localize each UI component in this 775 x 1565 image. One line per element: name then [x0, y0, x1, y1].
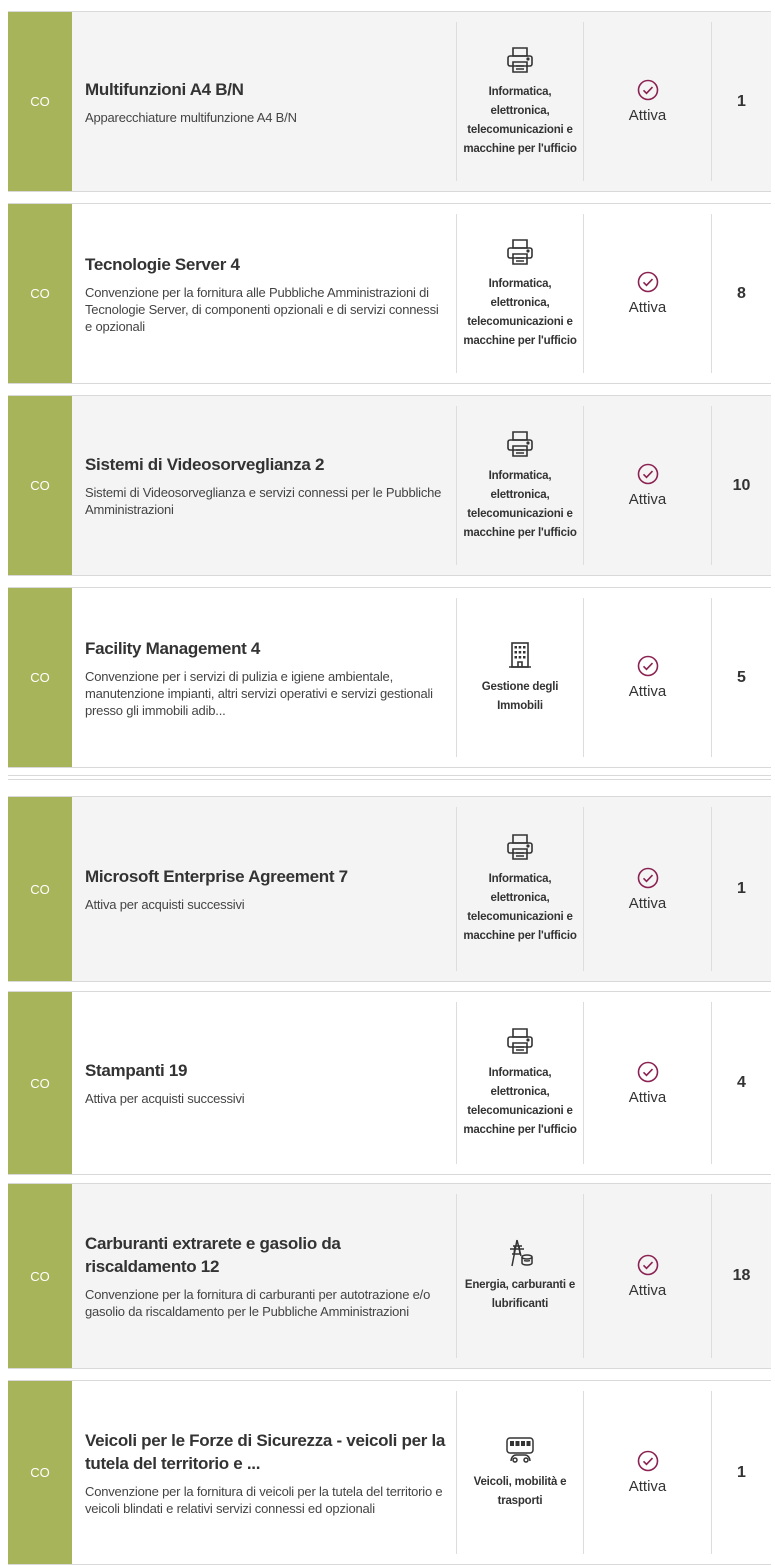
check-circle-icon: [637, 463, 658, 485]
card-description: Convenzione per la fornitura alle Pubbli…: [85, 284, 439, 334]
check-circle-icon: [637, 271, 658, 293]
type-badge: CO: [8, 797, 72, 981]
category-label: Informatica, elettronica, telecomunicazi…: [463, 1067, 577, 1136]
card-main: Microsoft Enterprise Agreement 7 Attiva …: [72, 797, 456, 981]
status-cell: Attiva: [584, 406, 712, 565]
category-cell: Informatica, elettronica, telecomunicazi…: [456, 214, 584, 373]
card-title[interactable]: Stampanti 19: [85, 1059, 448, 1082]
category-cell: Informatica, elettronica, telecomunicazi…: [456, 807, 584, 971]
type-badge: CO: [8, 396, 72, 575]
type-badge: CO: [8, 204, 72, 383]
status-label: Attiva: [628, 107, 667, 124]
category-cell: Energia, carburanti e lubrificanti: [456, 1194, 584, 1358]
status-cell: Attiva: [584, 1194, 712, 1358]
printer-icon: [507, 46, 533, 73]
convention-card[interactable]: CO Veicoli per le Forze di Sicurezza - v…: [8, 1380, 771, 1565]
count: 10: [732, 476, 751, 494]
count: 1: [737, 1463, 746, 1481]
card-description: Convenzione per la fornitura di carburan…: [85, 1287, 431, 1319]
category-label: Informatica, elettronica, telecomunicazi…: [463, 85, 577, 155]
check-circle-icon: [637, 1061, 658, 1082]
vehicles-icon: [506, 1436, 534, 1463]
category-cell: Informatica, elettronica, telecomunicazi…: [456, 1002, 584, 1164]
category-label: Informatica, elettronica, telecomunicazi…: [463, 469, 577, 539]
count: 1: [737, 880, 746, 897]
category-label: Informatica, elettronica, telecomunicazi…: [463, 873, 577, 942]
status-label: Attiva: [628, 1088, 667, 1106]
category-label: Veicoli, mobilità e trasporti: [473, 1475, 567, 1507]
card-description: Attiva per acquisti successivi: [85, 897, 245, 912]
printer-icon: [507, 1028, 533, 1054]
status-label: Attiva: [628, 491, 667, 508]
category-cell: Informatica, elettronica, telecomunicazi…: [456, 22, 584, 181]
printer-icon: [507, 238, 533, 265]
card-main: Multifunzioni A4 B/N Apparecchiature mul…: [72, 12, 456, 191]
energy-tower-icon: [510, 1239, 533, 1267]
status-cell: Attiva: [584, 1391, 712, 1554]
status-cell: Attiva: [584, 1002, 712, 1164]
category-cell: Informatica, elettronica, telecomunicazi…: [456, 406, 584, 565]
card-title[interactable]: Tecnologie Server 4: [85, 253, 448, 276]
category-label: Informatica, elettronica, telecomunicazi…: [463, 277, 577, 347]
status-label: Attiva: [628, 299, 667, 316]
count: 18: [732, 1267, 751, 1284]
card-title[interactable]: Microsoft Enterprise Agreement 7: [85, 865, 448, 888]
check-circle-icon: [637, 655, 658, 677]
category-cell: Veicoli, mobilità e trasporti: [456, 1391, 584, 1554]
category-label: Energia, carburanti e lubrificanti: [464, 1279, 576, 1310]
check-circle-icon: [637, 867, 658, 888]
count: 1: [737, 92, 746, 110]
card-main: Veicoli per le Forze di Sicurezza - veic…: [72, 1381, 456, 1564]
count: 5: [737, 668, 746, 686]
type-badge: CO: [8, 588, 72, 767]
card-main: Stampanti 19 Attiva per acquisti success…: [72, 992, 456, 1174]
category-label: Gestione degli Immobili: [481, 680, 559, 712]
category-cell: Gestione degli Immobili: [456, 598, 584, 757]
divider: [8, 779, 771, 780]
printer-icon: [507, 430, 533, 457]
count: 4: [737, 1074, 746, 1091]
building-icon: [509, 641, 531, 668]
convention-card[interactable]: CO Tecnologie Server 4 Convenzione per l…: [8, 203, 771, 384]
status-cell: Attiva: [584, 214, 712, 373]
status-cell: Attiva: [584, 598, 712, 757]
check-circle-icon: [637, 79, 658, 101]
count: 8: [737, 284, 746, 302]
card-main: Sistemi di Videosorveglianza 2 Sistemi d…: [72, 396, 456, 575]
card-main: Facility Management 4 Convenzione per i …: [72, 588, 456, 767]
printer-icon: [507, 834, 533, 860]
card-description: Sistemi di Videosorveglianza e servizi c…: [85, 485, 442, 517]
card-title[interactable]: Facility Management 4: [85, 637, 448, 660]
type-badge: CO: [8, 1381, 72, 1564]
check-circle-icon: [637, 1254, 658, 1275]
status-label: Attiva: [628, 1478, 667, 1495]
status-cell: Attiva: [584, 807, 712, 971]
status-label: Attiva: [628, 894, 667, 912]
card-title[interactable]: Veicoli per le Forze di Sicurezza - veic…: [85, 1429, 448, 1475]
card-description: Attiva per acquisti successivi: [85, 1091, 245, 1106]
type-badge: CO: [8, 12, 72, 191]
convention-card[interactable]: CO Facility Management 4 Convenzione per…: [8, 587, 771, 768]
status-label: Attiva: [628, 683, 667, 700]
card-title[interactable]: Sistemi di Videosorveglianza 2: [85, 453, 448, 476]
card-main: Tecnologie Server 4 Convenzione per la f…: [72, 204, 456, 383]
check-circle-icon: [637, 1450, 658, 1472]
convention-card[interactable]: CO Multifunzioni A4 B/N Apparecchiature …: [8, 11, 771, 192]
card-description: Convenzione per la fornitura di veicoli …: [85, 1483, 443, 1516]
type-badge: CO: [8, 992, 72, 1174]
convention-card[interactable]: CO Sistemi di Videosorveglianza 2 Sistem…: [8, 395, 771, 576]
card-title[interactable]: Carburanti extrarete e gasolio da riscal…: [85, 1232, 448, 1278]
convention-card[interactable]: CO Stampanti 19 Attiva per acquisti succ…: [8, 991, 771, 1175]
card-description: Convenzione per i servizi di pulizia e i…: [85, 668, 433, 718]
status-label: Attiva: [628, 1281, 667, 1299]
convention-card[interactable]: CO Microsoft Enterprise Agreement 7 Atti…: [8, 796, 771, 982]
card-description: Apparecchiature multifunzione A4 B/N: [85, 109, 297, 125]
type-badge: CO: [8, 1184, 72, 1368]
card-title[interactable]: Multifunzioni A4 B/N: [85, 78, 448, 101]
convention-card[interactable]: CO Carburanti extrarete e gasolio da ris…: [8, 1183, 771, 1369]
divider: [8, 775, 771, 776]
status-cell: Attiva: [584, 22, 712, 181]
card-main: Carburanti extrarete e gasolio da riscal…: [72, 1184, 456, 1368]
